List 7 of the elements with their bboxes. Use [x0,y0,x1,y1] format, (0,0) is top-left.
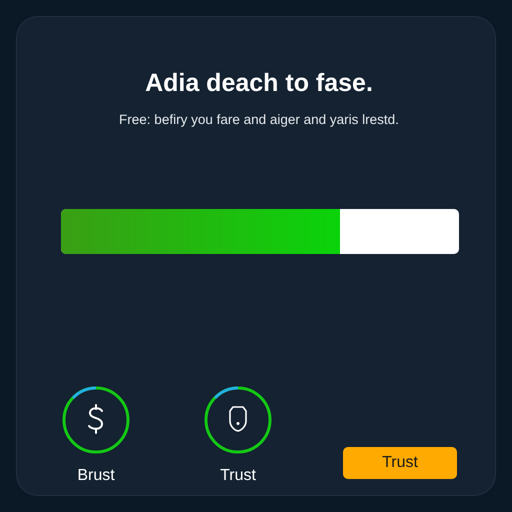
subtitle: Free: befiry you fare and aiger and yaris lrestd. [119,112,399,127]
dollar-ring-icon [61,385,131,455]
item-label: Trust [220,467,256,485]
item-label: Brust [77,467,115,485]
shield-ring-icon [203,385,273,455]
title: Adia deach to fase. [145,69,373,98]
trust-button[interactable]: Trust [343,447,457,479]
